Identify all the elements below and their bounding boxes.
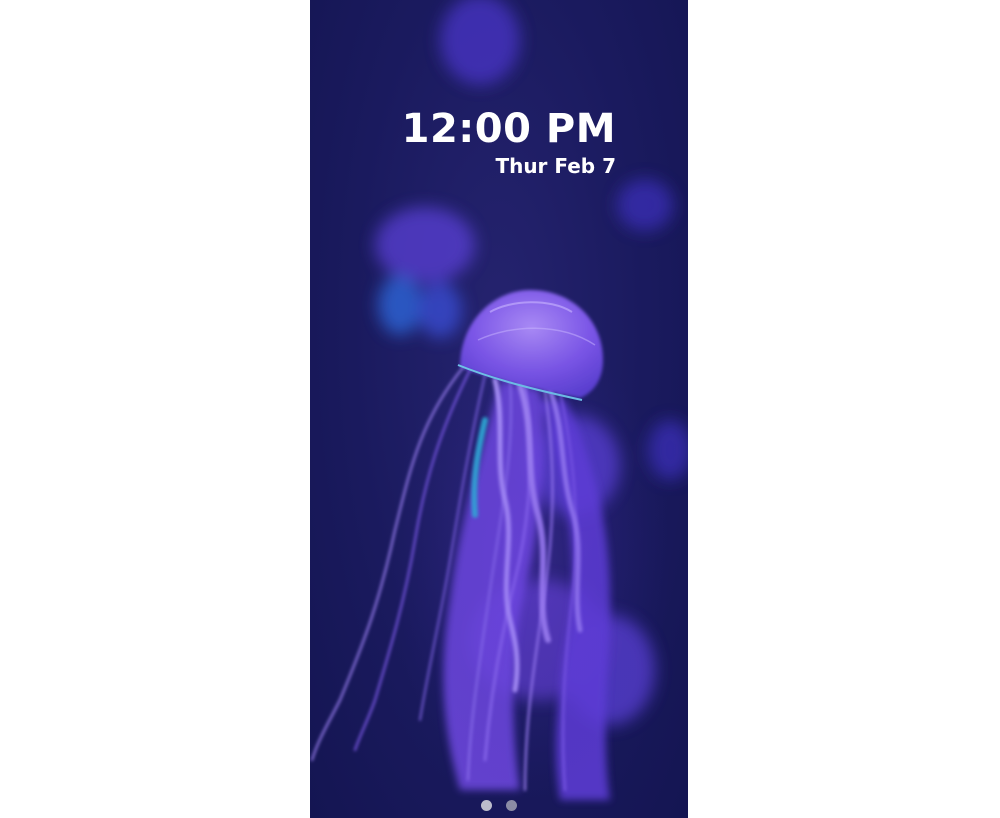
clock-date: Thur Feb 7 [495, 154, 616, 178]
page-dot-2[interactable] [506, 800, 517, 811]
lock-screen-clock: 12:00 PM Thur Feb 7 [402, 105, 616, 179]
clock-time: 12:00 PM [401, 106, 616, 152]
page-dot-1[interactable] [481, 800, 492, 811]
lock-screen: 12:00 PM Thur Feb 7 [310, 0, 688, 818]
page-indicator [310, 800, 688, 811]
